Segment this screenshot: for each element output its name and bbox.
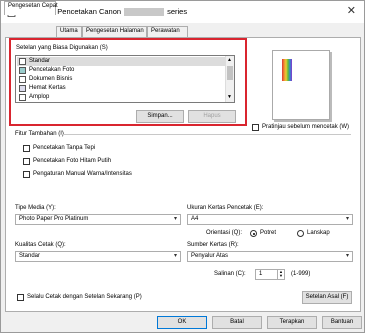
copies-value: 1: [259, 271, 263, 277]
media-type-value: Photo Paper Pro Platinum: [19, 216, 89, 222]
tab-quick-setup[interactable]: Pengesetan Cepat: [4, 1, 58, 15]
list-scrollbar[interactable]: ▲ ▼: [225, 56, 234, 102]
divider: [61, 134, 351, 135]
printing-preferences-window: Preferensi Pencetakan Canon series ✕ Peng…: [0, 0, 365, 333]
grayscale-photo-label: Pencetakan Foto Hitam Putih: [33, 158, 112, 164]
manual-color-label: Pengaturan Manual Warna/Intensitas: [33, 171, 132, 177]
ok-button[interactable]: OK: [157, 316, 207, 329]
paper-size-value: A4: [191, 216, 199, 222]
chevron-down-icon: ▾: [173, 253, 177, 259]
manual-color-checkbox[interactable]: [23, 171, 30, 178]
list-item[interactable]: Dokumen Bisnis: [17, 75, 225, 84]
tab-page-setup[interactable]: Pengesetan Halaman: [82, 26, 147, 37]
copies-stepper[interactable]: 1 ▲ ▼: [255, 269, 285, 280]
paper-size-label: Ukuran Kertas Pencetak (E):: [187, 205, 264, 211]
additional-features-label: Fitur Tambahan (I): [15, 131, 64, 137]
media-type-label: Tipe Media (Y):: [15, 205, 56, 211]
page-preview: [272, 50, 330, 120]
chevron-down-icon: ▾: [345, 253, 349, 259]
list-item-label: Amplop: [29, 94, 50, 100]
grayscale-photo-checkbox[interactable]: [23, 158, 30, 165]
paper-saving-icon: [19, 85, 26, 92]
media-type-select[interactable]: Photo Paper Pro Platinum ▾: [15, 214, 181, 225]
landscape-label: Lanskap: [307, 230, 330, 236]
scroll-up-icon[interactable]: ▲: [227, 57, 232, 63]
envelope-icon: [19, 94, 26, 101]
close-icon[interactable]: ✕: [347, 4, 356, 17]
chevron-down-icon: ▾: [345, 216, 349, 222]
list-item[interactable]: Amplop: [17, 93, 225, 102]
photo-icon: [19, 67, 26, 74]
borderless-checkbox[interactable]: [23, 145, 30, 152]
scroll-down-icon[interactable]: ▼: [227, 94, 232, 100]
redacted-model-name: [124, 8, 165, 17]
portrait-label: Potret: [260, 230, 277, 236]
borderless-label: Pencetakan Tanpa Tepi: [33, 145, 96, 151]
delete-button[interactable]: Hapus: [188, 110, 236, 123]
window-title-suffix: series: [167, 7, 188, 16]
list-item-label: Pencetakan Foto: [29, 67, 75, 73]
preview-checkbox[interactable]: [252, 124, 259, 131]
orientation-label: Orientasi (Q):: [206, 230, 243, 236]
cancel-button[interactable]: Batal: [212, 316, 262, 329]
chevron-down-icon: ▾: [173, 216, 177, 222]
common-settings-list[interactable]: Standar Pencetakan Foto Dokumen Bisnis H…: [15, 55, 235, 103]
common-settings-label: Setelan yang Biasa Digunakan (S): [16, 45, 108, 51]
apply-button[interactable]: Terapkan: [267, 316, 317, 329]
list-item[interactable]: Standar: [17, 57, 225, 66]
copies-label: Salinan (C):: [214, 271, 246, 277]
defaults-button[interactable]: Setelan Asal (F): [302, 291, 352, 304]
preview-label: Pratinjau sebelum mencetak (W): [262, 124, 350, 130]
document-icon: [19, 76, 26, 83]
help-button[interactable]: Bantuan: [322, 316, 362, 329]
spin-arrows-icon[interactable]: ▲ ▼: [277, 270, 284, 279]
print-quality-value: Standar: [19, 253, 41, 259]
list-item-label: Hemat Kertas: [29, 85, 66, 91]
list-item-label: Dokumen Bisnis: [29, 76, 73, 82]
always-print-checkbox[interactable]: [17, 294, 24, 301]
scroll-thumb[interactable]: [227, 66, 233, 80]
portrait-radio[interactable]: [250, 230, 257, 237]
paper-source-select[interactable]: Penyalur Atas ▾: [187, 251, 353, 262]
tab-main[interactable]: Utama: [56, 26, 82, 37]
list-item[interactable]: Hemat Kertas: [17, 84, 225, 93]
print-quality-select[interactable]: Standar ▾: [15, 251, 181, 262]
list-item-label: Standar: [29, 58, 51, 64]
save-button[interactable]: Simpan...: [136, 110, 184, 123]
tab-maintenance[interactable]: Perawatan: [147, 26, 188, 37]
paper-size-select[interactable]: A4 ▾: [187, 214, 353, 225]
paper-source-label: Sumber Kertas (R):: [187, 242, 239, 248]
print-quality-label: Kualitas Cetak (Q):: [15, 242, 66, 248]
copies-range: (1-999): [291, 271, 311, 277]
list-item[interactable]: Pencetakan Foto: [17, 66, 225, 75]
preview-image: [282, 59, 292, 81]
always-print-label: Selalu Cetak dengan Setelan Sekarang (P): [27, 294, 142, 300]
paper-source-value: Penyalur Atas: [191, 253, 229, 259]
document-icon: [19, 58, 26, 65]
landscape-radio[interactable]: [297, 230, 304, 237]
